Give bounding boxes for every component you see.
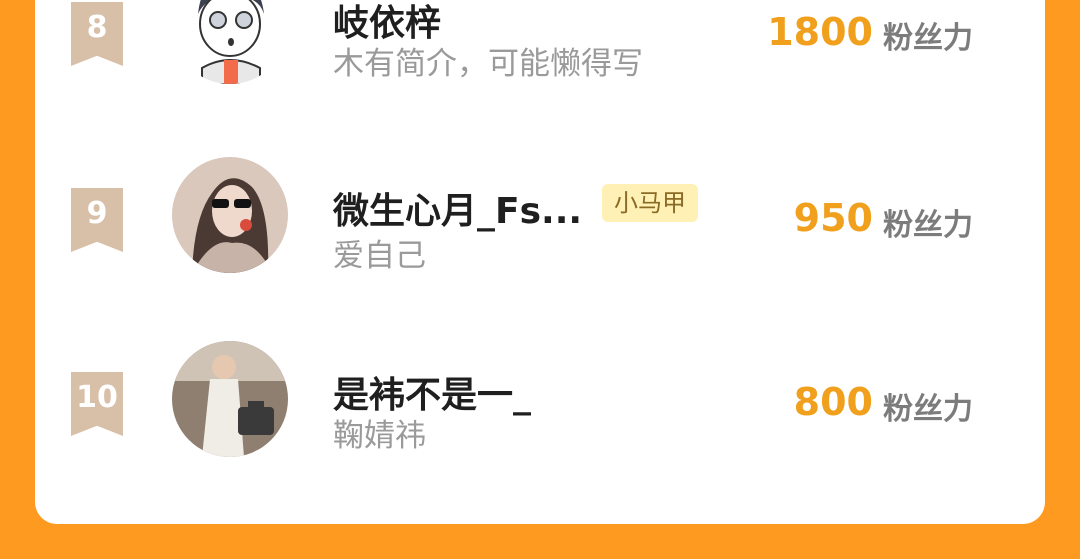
rank-badge: 8 [71,2,123,66]
fan-score: 800 [793,380,873,424]
user-bio: 鞠婧祎 [333,418,426,454]
ranking-row[interactable]: 8 岐依梓 木有简介，可能懒得写 1800 粉丝力 [35,0,1045,100]
woman-sunglasses-avatar-icon [172,157,288,273]
avatar[interactable] [172,0,288,84]
avatar[interactable] [172,341,288,457]
ranking-row[interactable]: 9 微生心月_Fs... 小马甲 爱自己 950 粉丝力 [35,150,1045,290]
user-name[interactable]: 微生心月_Fs... [333,182,582,234]
rank-badge: 10 [71,372,123,436]
fan-score-unit: 粉丝力 [883,208,973,243]
user-bio: 爱自己 [333,238,426,274]
fan-score-unit: 粉丝力 [883,392,973,427]
fan-score: 1800 [767,10,873,54]
rank-badge: 9 [71,188,123,252]
fan-score: 950 [793,196,873,240]
ranking-card: 8 岐依梓 木有简介，可能懒得写 1800 粉丝力 9 微生心月_Fs... 小… [35,0,1045,524]
alt-account-badge: 小马甲 [602,184,698,222]
woman-suitcase-avatar-icon [172,341,288,457]
user-bio: 木有简介，可能懒得写 [333,46,643,82]
cartoon-boy-avatar-icon [172,0,288,84]
fan-score-unit: 粉丝力 [883,21,973,56]
avatar[interactable] [172,157,288,273]
ranking-row[interactable]: 10 是袆不是一_ 鞠婧祎 800 粉丝力 [35,334,1045,474]
